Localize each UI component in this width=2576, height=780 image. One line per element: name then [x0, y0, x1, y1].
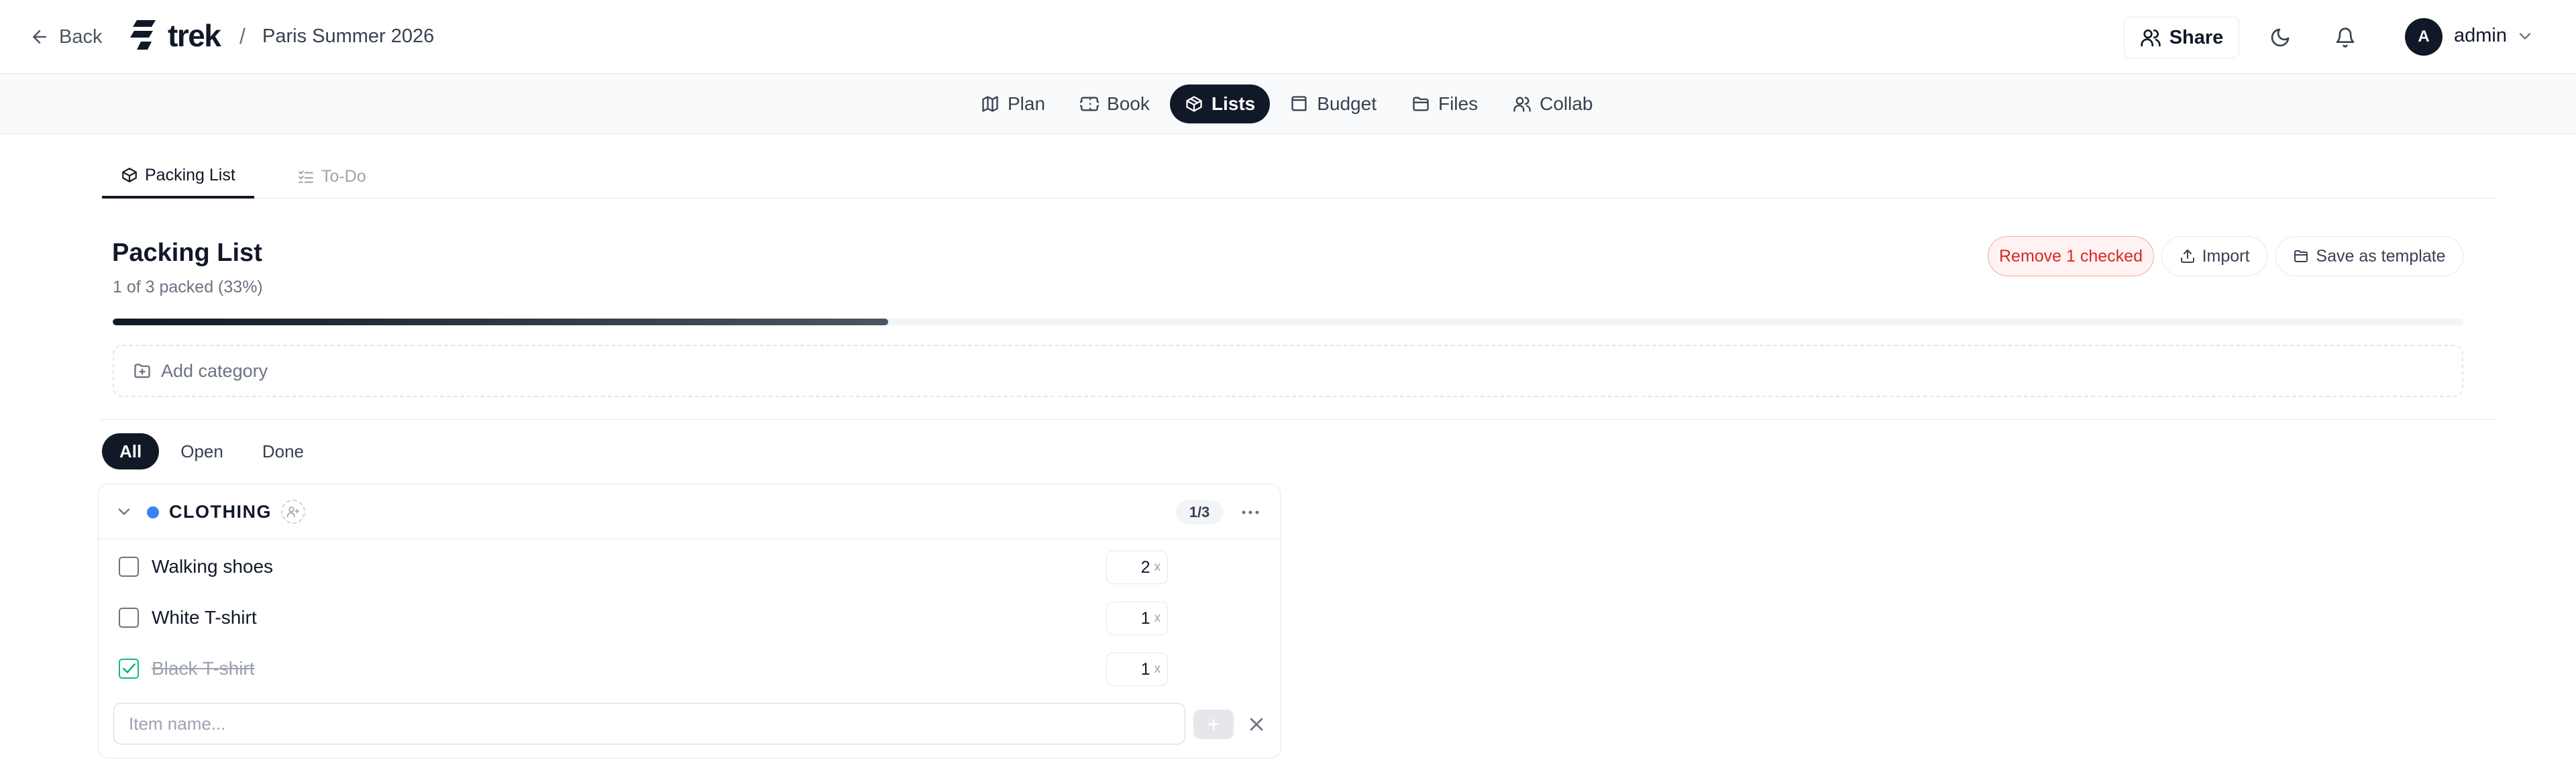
back-button[interactable]: Back: [30, 21, 102, 52]
user-plus-icon: [286, 506, 300, 518]
item-checkbox[interactable]: [119, 557, 139, 577]
item-name[interactable]: White T-shirt: [152, 607, 257, 628]
user-avatar[interactable]: A: [2405, 18, 2443, 56]
users-icon: [2141, 30, 2161, 47]
share-label: Share: [2169, 26, 2224, 48]
back-label: Back: [59, 25, 103, 48]
close-icon[interactable]: [1246, 714, 1267, 735]
quantity-unit: x: [1154, 662, 1161, 676]
nav-tab-book[interactable]: Book: [1065, 85, 1165, 123]
quantity-value: 1: [1140, 659, 1150, 679]
users-icon: [1513, 97, 1531, 112]
save-as-template-button[interactable]: Save as template: [2275, 236, 2463, 276]
top-bar: Back trek / Paris Summer 2026 Share A ad…: [0, 0, 2576, 74]
more-horizontal-icon[interactable]: [1239, 501, 1262, 524]
package-icon: [1186, 96, 1202, 112]
import-button[interactable]: Import: [2161, 236, 2267, 276]
section-divider: [101, 419, 2496, 420]
bell-icon: [2336, 27, 2355, 48]
wallet-icon: [1291, 96, 1307, 111]
folder-plus-icon: [134, 364, 150, 378]
category-color-dot[interactable]: [147, 506, 159, 518]
nav-label: Collab: [1540, 93, 1593, 114]
arrow-left-icon: [33, 30, 46, 44]
main-nav: Plan Book Lists Budget Files Collab: [0, 74, 2576, 134]
trip-name: Paris Summer 2026: [262, 25, 435, 47]
upload-icon: [2180, 249, 2194, 263]
trek-logo-icon: [130, 20, 156, 50]
plus-icon: [1208, 718, 1220, 730]
share-button[interactable]: Share: [2124, 17, 2239, 58]
chevron-down-icon[interactable]: [2516, 27, 2534, 46]
nav-label: Files: [1438, 93, 1479, 114]
nav-label: Budget: [1317, 93, 1377, 114]
list-item: White T-shirt 1 x: [99, 592, 1281, 643]
nav-tab-plan[interactable]: Plan: [966, 85, 1060, 123]
list-item: Black T-shirt 1 x: [99, 643, 1281, 693]
moon-icon: [2271, 28, 2290, 47]
nav-label: Plan: [1008, 93, 1046, 114]
new-item-input[interactable]: [113, 703, 1185, 744]
import-label: Import: [2202, 246, 2250, 266]
filter-all[interactable]: All: [102, 433, 160, 469]
category-header: CLOTHING 1/3: [99, 484, 1281, 539]
add-category-label: Add category: [161, 360, 268, 381]
quantity-field[interactable]: 1 x: [1106, 653, 1168, 686]
item-name[interactable]: Black T-shirt: [152, 658, 255, 679]
chevron-down-icon[interactable]: [115, 502, 133, 521]
add-category-button[interactable]: Add category: [113, 345, 2463, 397]
breadcrumb-separator: /: [239, 24, 246, 48]
package-icon: [122, 168, 137, 182]
logo-text: trek: [168, 18, 221, 53]
nav-tab-files[interactable]: Files: [1397, 85, 1493, 123]
map-icon: [982, 96, 998, 112]
list-item: Walking shoes 2 x: [99, 541, 1281, 592]
quantity-value: 1: [1140, 608, 1150, 628]
quantity-field[interactable]: 1 x: [1106, 602, 1168, 635]
tab-todo[interactable]: To-Do: [277, 154, 386, 199]
category-count-badge: 1/3: [1176, 500, 1223, 524]
tab-label: To-Do: [321, 166, 366, 186]
app-logo[interactable]: trek: [129, 17, 221, 54]
remove-checked-button[interactable]: Remove 1 checked: [1988, 236, 2154, 276]
tab-label: Packing List: [145, 165, 235, 184]
nav-tab-collab[interactable]: Collab: [1498, 85, 1607, 123]
packing-progress-bar: [113, 319, 2463, 325]
item-checkbox[interactable]: [119, 608, 139, 628]
item-filters: All Open Done: [102, 433, 321, 469]
filter-done[interactable]: Done: [245, 433, 321, 469]
category-card: CLOTHING 1/3 Walking shoes 2 x White T-s…: [98, 484, 1281, 759]
tab-packing-list[interactable]: Packing List: [102, 154, 254, 199]
save-template-label: Save as template: [2316, 246, 2446, 266]
item-checkbox[interactable]: [119, 659, 139, 679]
packing-summary: 1 of 3 packed (33%): [113, 278, 263, 296]
quantity-unit: x: [1154, 611, 1161, 625]
folder-icon: [1413, 97, 1429, 111]
theme-toggle-button[interactable]: [2265, 22, 2296, 53]
quantity-unit: x: [1154, 560, 1161, 574]
add-item-button[interactable]: [1193, 710, 1234, 739]
assign-user-button[interactable]: [281, 500, 305, 524]
nav-tab-lists[interactable]: Lists: [1169, 85, 1271, 123]
packing-progress-fill: [113, 319, 889, 325]
check-icon: [123, 663, 136, 673]
quantity-field[interactable]: 2 x: [1106, 551, 1168, 584]
nav-label: Book: [1107, 93, 1150, 114]
quantity-value: 2: [1140, 557, 1150, 577]
user-name[interactable]: admin: [2454, 25, 2507, 47]
list-checks-icon: [299, 170, 313, 183]
nav-label: Lists: [1211, 93, 1256, 114]
ticket-icon: [1080, 97, 1099, 111]
category-name[interactable]: CLOTHING: [169, 502, 272, 522]
item-name[interactable]: Walking shoes: [152, 556, 273, 577]
nav-tab-budget[interactable]: Budget: [1275, 85, 1391, 123]
list-tabs: Packing List To-Do: [101, 154, 2496, 199]
notifications-button[interactable]: [2330, 22, 2361, 53]
packing-list-title: Packing List: [112, 239, 262, 267]
filter-open[interactable]: Open: [163, 433, 241, 469]
folder-icon: [2294, 250, 2308, 262]
